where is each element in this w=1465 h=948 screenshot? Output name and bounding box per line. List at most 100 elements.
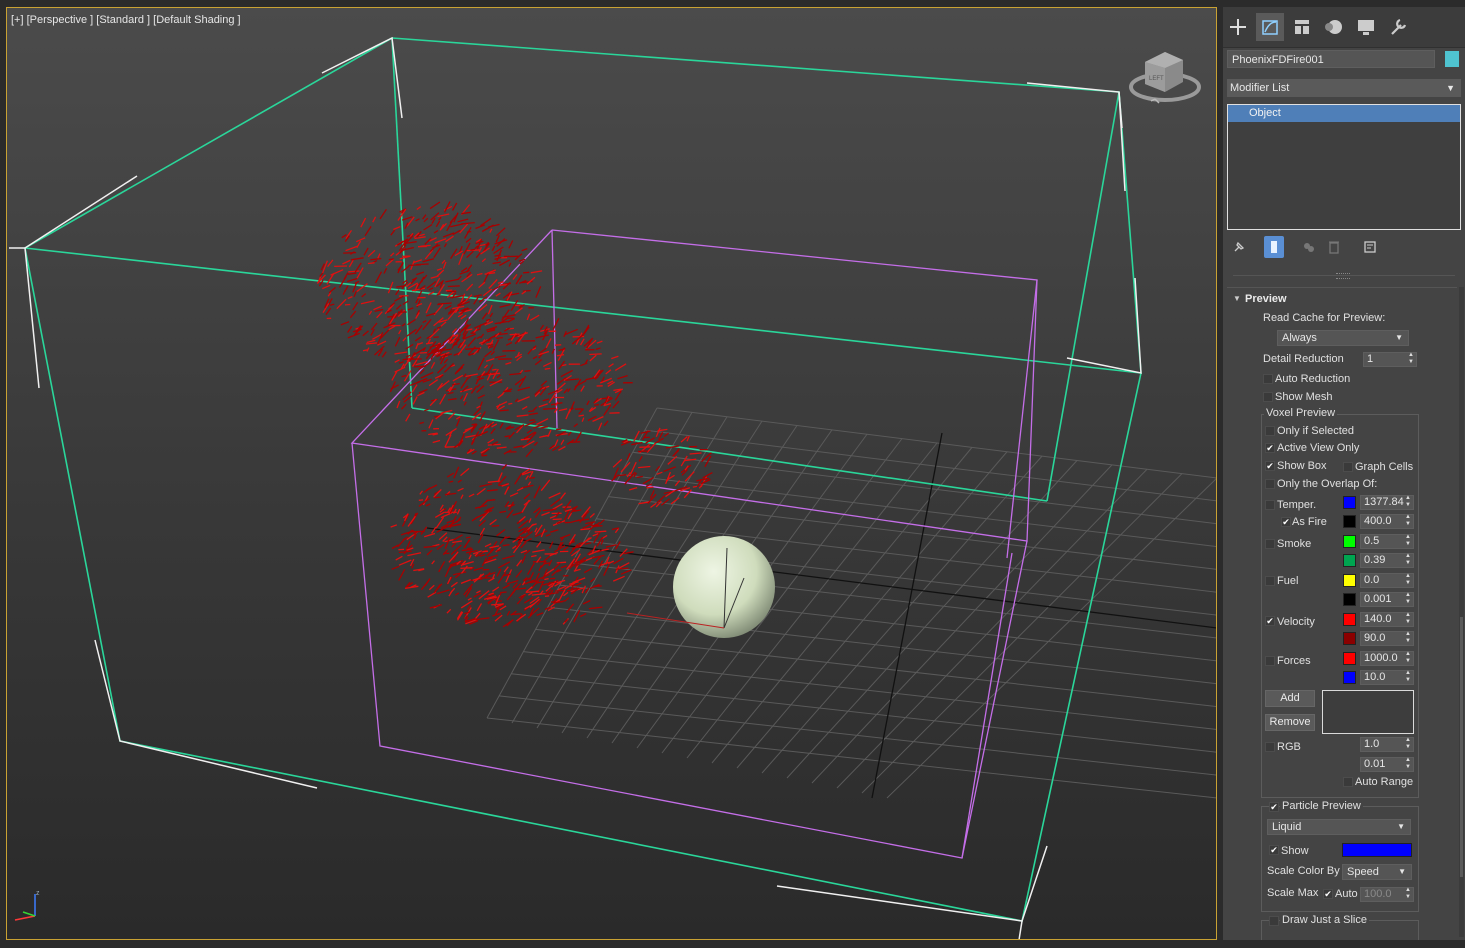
velocity-vector — [457, 487, 464, 492]
viewcube-icon[interactable]: LEFT — [1125, 42, 1205, 112]
add-channel-button[interactable]: Add — [1265, 690, 1315, 707]
display-tab[interactable] — [1352, 13, 1380, 41]
scene-canvas[interactable] — [7, 8, 1217, 940]
velocity-vector — [486, 548, 495, 557]
velocity-vector — [525, 586, 533, 593]
smoke-checkbox[interactable] — [1265, 539, 1275, 549]
fuel-color-swatch-2[interactable] — [1343, 593, 1356, 606]
velocity-vector — [504, 486, 510, 495]
spinner-arrows-icon[interactable]: ▲ ▼ — [1405, 514, 1411, 528]
modifier-stack[interactable]: Object — [1227, 104, 1461, 230]
spinner-arrows-icon[interactable]: ▲ ▼ — [1405, 592, 1411, 606]
draw-slice-checkbox[interactable] — [1269, 916, 1279, 926]
fuel-color-swatch-1[interactable] — [1343, 574, 1356, 587]
only-overlap-checkbox[interactable] — [1265, 479, 1275, 489]
scrollbar-thumb[interactable] — [1460, 617, 1463, 877]
rgb-checkbox[interactable] — [1265, 742, 1275, 752]
hierarchy-tab[interactable] — [1288, 13, 1316, 41]
create-tab[interactable] — [1224, 13, 1252, 41]
velocity-vector — [583, 567, 593, 574]
remove-modifier-button[interactable] — [1324, 236, 1344, 258]
channel-listbox[interactable] — [1322, 690, 1414, 734]
as-fire-color-swatch[interactable] — [1343, 515, 1356, 528]
smoke-spinner-1[interactable]: 0.5 ▲ ▼ — [1360, 534, 1414, 549]
show-particles-checkbox[interactable]: ✔ — [1269, 845, 1279, 855]
velocity-vector — [340, 321, 350, 326]
read-cache-dropdown[interactable]: Always ▼ — [1277, 330, 1409, 346]
motion-tab[interactable] — [1320, 13, 1348, 41]
object-color-swatch[interactable] — [1445, 51, 1459, 67]
spinner-arrows-icon[interactable]: ▲ ▼ — [1405, 631, 1411, 645]
pin-stack-button[interactable] — [1229, 236, 1249, 258]
particle-type-dropdown[interactable]: Liquid ▼ — [1267, 819, 1411, 835]
spinner-arrows-icon[interactable]: ▲ ▼ — [1408, 352, 1414, 366]
particle-color-swatch[interactable] — [1342, 843, 1412, 857]
smoke-color-swatch-1[interactable] — [1343, 535, 1356, 548]
scale-max-spinner[interactable]: 100.0 ▲ ▼ — [1360, 887, 1414, 902]
velocity-vector — [538, 565, 542, 572]
fuel-spinner-1[interactable]: 0.0 ▲ ▼ — [1360, 573, 1414, 588]
as-fire-spinner[interactable]: 400.0 ▲ ▼ — [1360, 514, 1414, 529]
make-unique-button[interactable] — [1299, 236, 1319, 258]
forces-spinner-1[interactable]: 1000.0 ▲ ▼ — [1360, 651, 1414, 666]
scale-color-by-dropdown[interactable]: Speed ▼ — [1342, 864, 1412, 880]
velocity-vector — [535, 286, 542, 298]
forces-color-swatch-1[interactable] — [1343, 652, 1356, 665]
velocity-vector — [551, 348, 556, 354]
smoke-color-swatch-2[interactable] — [1343, 554, 1356, 567]
active-view-only-checkbox[interactable]: ✔ — [1265, 443, 1275, 453]
as-fire-checkbox[interactable]: ✔ — [1281, 517, 1291, 527]
spinner-arrows-icon[interactable]: ▲ ▼ — [1405, 553, 1411, 567]
rgb-spinner-1[interactable]: 1.0 ▲ ▼ — [1360, 737, 1414, 752]
graph-cells-checkbox[interactable] — [1343, 462, 1353, 472]
spinner-arrows-icon[interactable]: ▲ ▼ — [1405, 887, 1411, 901]
collapse-triangle-icon[interactable]: ▼ — [1233, 294, 1241, 303]
velocity-vector — [509, 492, 519, 497]
forces-checkbox[interactable] — [1265, 656, 1275, 666]
fuel-spinner-2[interactable]: 0.001 ▲ ▼ — [1360, 592, 1414, 607]
utilities-tab[interactable] — [1384, 13, 1412, 41]
auto-range-checkbox[interactable] — [1343, 777, 1353, 787]
velocity-vector — [347, 295, 353, 300]
velocity-spinner-2[interactable]: 90.0 ▲ ▼ — [1360, 631, 1414, 646]
fuel-checkbox[interactable] — [1265, 576, 1275, 586]
velocity-checkbox[interactable]: ✔ — [1265, 616, 1275, 626]
spinner-arrows-icon[interactable]: ▲ ▼ — [1405, 737, 1411, 751]
velocity-vector — [512, 542, 522, 554]
velocity-color-swatch-2[interactable] — [1343, 632, 1356, 645]
show-box-checkbox[interactable]: ✔ — [1265, 461, 1275, 471]
panel-scrollbar[interactable] — [1459, 287, 1464, 937]
rollout-title-preview[interactable]: Preview — [1245, 293, 1287, 305]
object-name-field[interactable]: PhoenixFDFire001 — [1227, 50, 1435, 68]
perspective-viewport[interactable]: [+] [Perspective ] [Standard ] [Default … — [6, 7, 1217, 940]
modifier-list-dropdown[interactable]: Modifier List ▼ — [1227, 79, 1461, 97]
temperature-checkbox[interactable] — [1265, 500, 1275, 510]
modify-tab[interactable] — [1256, 13, 1284, 41]
show-mesh-checkbox[interactable] — [1263, 392, 1273, 402]
scale-max-auto-checkbox[interactable]: ✔ — [1323, 889, 1333, 899]
auto-reduction-checkbox[interactable] — [1263, 374, 1273, 384]
spinner-arrows-icon[interactable]: ▲ ▼ — [1405, 670, 1411, 684]
rgb-spinner-2[interactable]: 0.01 ▲ ▼ — [1360, 757, 1414, 772]
resize-grip[interactable] — [1336, 273, 1350, 279]
forces-color-swatch-2[interactable] — [1343, 671, 1356, 684]
spinner-arrows-icon[interactable]: ▲ ▼ — [1405, 651, 1411, 665]
temperature-spinner[interactable]: 1377.84 ▲ ▼ — [1360, 495, 1414, 510]
stack-item-object[interactable]: Object — [1228, 105, 1460, 122]
spinner-arrows-icon[interactable]: ▲ ▼ — [1405, 573, 1411, 587]
velocity-spinner-1[interactable]: 140.0 ▲ ▼ — [1360, 612, 1414, 627]
remove-channel-button[interactable]: Remove — [1265, 714, 1315, 731]
smoke-spinner-2[interactable]: 0.39 ▲ ▼ — [1360, 553, 1414, 568]
particle-preview-checkbox[interactable]: ✔ — [1269, 802, 1279, 812]
spinner-arrows-icon[interactable]: ▲ ▼ — [1405, 612, 1411, 626]
spinner-arrows-icon[interactable]: ▲ ▼ — [1405, 495, 1411, 509]
detail-reduction-spinner[interactable]: 1 ▲ ▼ — [1363, 352, 1417, 367]
forces-spinner-2[interactable]: 10.0 ▲ ▼ — [1360, 670, 1414, 685]
temperature-color-swatch[interactable] — [1343, 496, 1356, 509]
show-end-result-button[interactable] — [1264, 236, 1284, 258]
velocity-color-swatch-1[interactable] — [1343, 613, 1356, 626]
configure-sets-button[interactable] — [1360, 236, 1380, 258]
only-if-selected-checkbox[interactable] — [1265, 426, 1275, 436]
spinner-arrows-icon[interactable]: ▲ ▼ — [1405, 534, 1411, 548]
spinner-arrows-icon[interactable]: ▲ ▼ — [1405, 757, 1411, 771]
